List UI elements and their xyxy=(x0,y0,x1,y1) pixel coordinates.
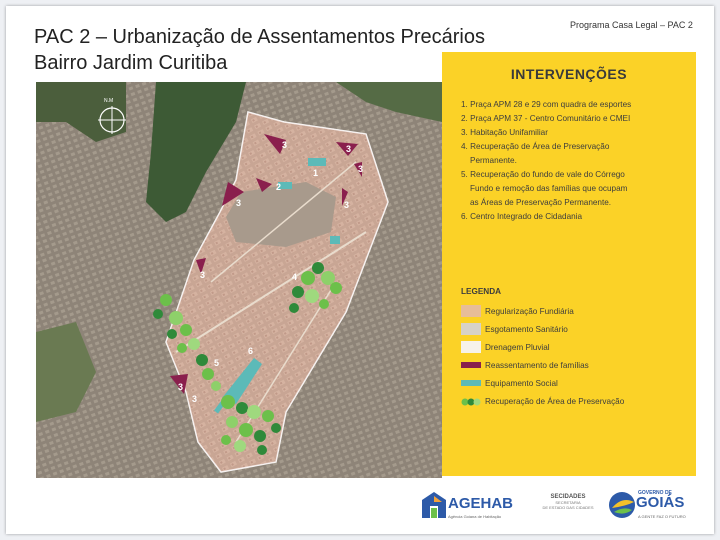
legend-swatch xyxy=(461,341,481,353)
intervention-item: Fundo e remoção das famílias que ocupam xyxy=(470,184,628,193)
intervention-item: 3. Habitação Unifamiliar xyxy=(461,128,548,137)
legend-swatch xyxy=(461,380,481,386)
legend-item: Equipamento Social xyxy=(461,374,689,392)
intervention-item: 4. Recuperação de Área de Preservação xyxy=(461,142,610,151)
legend-label: Reassentamento de famílias xyxy=(485,360,589,370)
area-number: 3 xyxy=(178,382,183,392)
area-number: 6 xyxy=(248,346,253,356)
legend-item: Regularização Fundiária xyxy=(461,302,689,320)
area-number: 4 xyxy=(292,272,297,282)
legend-item: Recuperação de Área de Preservação xyxy=(461,392,689,410)
area-number: 3 xyxy=(346,144,351,154)
program-tag: Programa Casa Legal – PAC 2 xyxy=(570,20,693,30)
secidades-line-3: DE ESTADO DAS CIDADES xyxy=(542,505,594,510)
title-line-1: PAC 2 – Urbanização de Assentamentos Pre… xyxy=(34,26,485,48)
intervention-item: 1. Praça APM 28 e 29 com quadra de espor… xyxy=(461,100,632,109)
agehab-icon xyxy=(422,492,446,518)
social-equipment xyxy=(308,158,326,166)
area-number: 3 xyxy=(282,140,287,150)
social-equipment xyxy=(330,236,340,244)
legend-title: LEGENDA xyxy=(461,287,502,296)
legend-label: Esgotamento Sanitário xyxy=(485,324,568,334)
area-number: 2 xyxy=(276,182,281,192)
legend-item: Drenagem Pluvial xyxy=(461,338,689,356)
north-label: N.M xyxy=(104,98,113,104)
legend-label: Equipamento Social xyxy=(485,378,558,388)
legend: Regularização Fundiária Esgotamento Sani… xyxy=(461,302,689,410)
area-number: 3 xyxy=(358,164,363,174)
agehab-subtitle: Agência Goiana de Habitação xyxy=(448,514,502,519)
agehab-logo: AGEHAB Agência Goiana de Habitação xyxy=(422,492,513,523)
legend-label: Regularização Fundiária xyxy=(485,306,574,316)
legend-item: Esgotamento Sanitário xyxy=(461,320,689,338)
goias-logo: GOVERNO DE GOIÁS A GENTE FAZ O FUTURO xyxy=(608,488,686,527)
legend-swatch xyxy=(461,362,481,368)
panel-title: INTERVENÇÕES xyxy=(510,66,628,82)
area-number: 5 xyxy=(214,358,219,368)
secidades-logo: SECIDADES SECRETARIA DE ESTADO DAS CIDAD… xyxy=(534,494,602,510)
aerial-map: N.M 3 3 3 1 2 3 3 3 4 5 6 3 3 xyxy=(36,82,442,478)
slide: PAC 2 – Urbanização de Assentamentos Pre… xyxy=(6,6,714,534)
area-number: 1 xyxy=(313,168,318,178)
intervention-item: 6. Centro Integrado de Cidadania xyxy=(461,212,583,221)
interventions-list: 1. Praça APM 28 e 29 com quadra de espor… xyxy=(461,98,686,224)
logos-bar: AGEHAB Agência Goiana de Habitação SECID… xyxy=(406,486,706,526)
area-number: 3 xyxy=(344,200,349,210)
map-svg: N.M 3 3 3 1 2 3 3 3 4 5 6 3 3 xyxy=(36,82,442,478)
area-number: 3 xyxy=(236,198,241,208)
interventions-panel: INTERVENÇÕES 1. Praça APM 28 e 29 com qu… xyxy=(442,52,696,476)
goias-subtitle: A GENTE FAZ O FUTURO xyxy=(638,514,686,519)
area-number: 3 xyxy=(192,394,197,404)
legend-label: Recuperação de Área de Preservação xyxy=(485,396,625,406)
intervention-item: Permanente. xyxy=(470,156,517,165)
legend-label: Drenagem Pluvial xyxy=(485,342,550,352)
legend-swatch xyxy=(461,305,481,317)
agehab-name: AGEHAB xyxy=(448,495,514,512)
legend-item: Reassentamento de famílias xyxy=(461,356,689,374)
goias-emblem-icon xyxy=(609,492,635,518)
goias-name: GOIÁS xyxy=(636,494,685,511)
intervention-item: 2. Praça APM 37 - Centro Comunitário e C… xyxy=(461,114,631,123)
legend-swatch xyxy=(461,323,481,335)
area-number: 3 xyxy=(200,270,205,280)
intervention-item: 5. Recuperação do fundo de vale do Córre… xyxy=(461,170,625,179)
legend-swatch xyxy=(461,395,481,407)
intervention-item: as Áreas de Preservação Permanente. xyxy=(470,198,612,207)
